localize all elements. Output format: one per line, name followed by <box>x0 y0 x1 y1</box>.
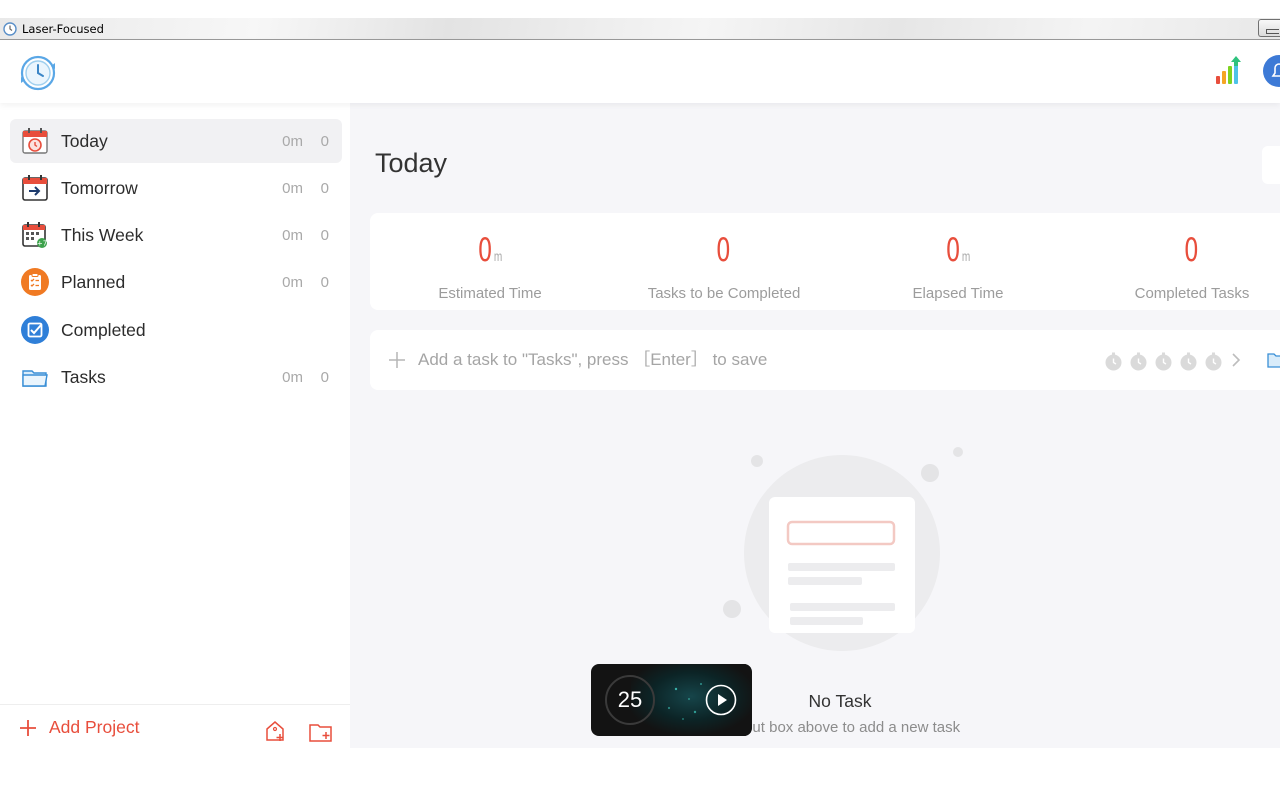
stats-card: 0m Estimated Time 0 Tasks to be Complete… <box>370 213 1280 310</box>
plus-icon <box>389 352 405 368</box>
add-task-bar <box>370 330 1280 390</box>
empty-state-illustration <box>723 447 963 651</box>
minimize-button[interactable] <box>1258 19 1280 37</box>
add-folder-icon[interactable] <box>308 721 334 743</box>
app-header <box>0 40 1280 103</box>
stat-value: 0 <box>715 231 731 269</box>
stat-value: 0 <box>1183 231 1199 269</box>
play-icon[interactable] <box>704 683 738 717</box>
pomodoro-estimate-icon[interactable] <box>1104 352 1123 371</box>
sidebar-item-planned[interactable]: Planned 0m 0 <box>10 260 342 304</box>
folder-icon <box>22 370 48 387</box>
sidebar-item-count: 0 <box>320 226 329 244</box>
view-options-button[interactable] <box>1262 146 1280 184</box>
stat-value: 0 <box>945 231 961 269</box>
sidebar-item-count: 0 <box>320 368 329 386</box>
sidebar-item-tasks[interactable]: Tasks 0m 0 <box>10 355 342 399</box>
pomodoro-estimate-icon[interactable] <box>1204 352 1223 371</box>
sidebar-item-count: 0 <box>320 179 329 197</box>
window-title: Laser-Focused <box>22 21 104 36</box>
sidebar-item-time: 0m <box>282 273 303 291</box>
plus-icon <box>20 719 36 736</box>
sidebar: Today 0m 0 Tomorrow 0m 0 +7 This Week 0m… <box>0 103 350 748</box>
sidebar-item-time: 0m <box>282 226 303 244</box>
add-project-button[interactable]: Add Project <box>18 717 139 738</box>
sidebar-item-label: Completed <box>61 319 146 340</box>
svg-text:+7: +7 <box>37 240 47 248</box>
sidebar-item-today[interactable]: Today 0m 0 <box>10 119 342 163</box>
add-task-input[interactable] <box>418 344 1098 376</box>
sidebar-item-count: 0 <box>320 132 329 150</box>
page-title: Today <box>375 148 448 178</box>
sidebar-item-time: 0m <box>282 179 303 197</box>
stat-label: Elapsed Time <box>912 285 1004 302</box>
sidebar-item-label: Planned <box>61 271 126 292</box>
timer-value: 25 <box>617 687 643 712</box>
pomodoro-estimate-icon[interactable] <box>1179 352 1198 371</box>
sidebar-item-time: 0m <box>282 132 303 150</box>
sidebar-item-label: This Week <box>61 224 144 245</box>
stat-unit: m <box>493 248 503 264</box>
stat-label: Tasks to be Completed <box>647 285 801 302</box>
pomodoro-estimate-icon[interactable] <box>1154 352 1173 371</box>
sidebar-item-this-week[interactable]: +7 This Week 0m 0 <box>10 213 342 257</box>
main-content: Today 0m Estimated Time 0 Tasks to be Co… <box>350 103 1280 748</box>
sidebar-item-label: Tomorrow <box>61 177 138 198</box>
stat-label: Completed Tasks <box>1134 285 1250 302</box>
stat-value: 0 <box>477 231 493 269</box>
sidebar-item-tomorrow[interactable]: Tomorrow 0m 0 <box>10 166 342 210</box>
project-folder-icon[interactable] <box>1267 350 1280 370</box>
sidebar-item-completed[interactable]: Completed <box>10 308 342 352</box>
window-titlebar: Laser-Focused <box>0 18 1280 40</box>
statistics-icon[interactable] <box>1214 54 1244 86</box>
calendar-clock-icon <box>22 128 48 154</box>
notification-bell-icon[interactable] <box>1262 54 1280 88</box>
chevron-right-icon[interactable] <box>1230 351 1242 369</box>
sidebar-item-label: Today <box>61 130 108 151</box>
sidebar-item-count: 0 <box>320 273 329 291</box>
calendar-week-icon: +7 <box>22 222 47 248</box>
add-project-label: Add Project <box>49 717 140 737</box>
sidebar-footer: Add Project <box>0 704 350 748</box>
pomodoro-estimate-icon[interactable] <box>1129 352 1148 371</box>
checkbox-icon <box>21 316 49 344</box>
sidebar-item-label: Tasks <box>61 366 106 387</box>
app-icon <box>3 21 17 36</box>
stat-unit: m <box>961 248 971 264</box>
calendar-arrow-icon <box>22 175 48 201</box>
add-tag-icon[interactable] <box>263 719 287 743</box>
app-logo-icon[interactable] <box>18 53 58 93</box>
sidebar-item-time: 0m <box>282 368 303 386</box>
clipboard-icon <box>21 268 49 296</box>
pomodoro-timer-widget[interactable]: 25 <box>591 664 752 736</box>
stat-label: Estimated Time <box>438 285 542 302</box>
